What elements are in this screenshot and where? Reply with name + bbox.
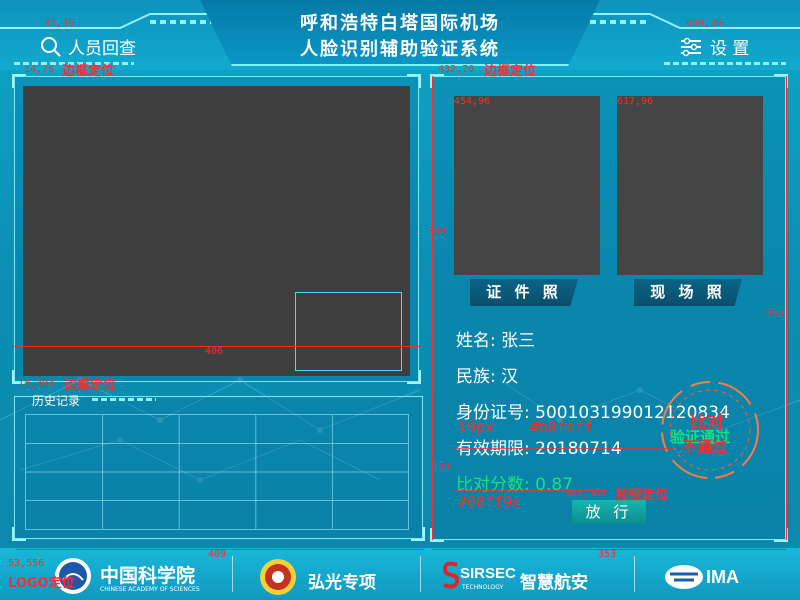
ethnicity-label: 民族:	[456, 367, 496, 387]
scene-photo	[617, 96, 763, 275]
footer-divider	[634, 556, 635, 592]
score-label: 比对分数:	[456, 475, 530, 495]
cas-logo-english: CHINESE ACADEMY OF SCIENCES	[100, 586, 200, 593]
guide-line	[432, 430, 433, 540]
person-lookup-link[interactable]: 人员回查	[40, 34, 136, 59]
score-row: 比对分数: 0.87	[456, 470, 573, 495]
scene-photo-label: 现 场 照	[634, 279, 742, 306]
expiry-label: 有效期限:	[456, 439, 530, 459]
annotation-label: 按钮定位	[616, 488, 669, 503]
history-title-decor	[92, 398, 156, 401]
face-detection-box	[295, 292, 402, 371]
guide-line	[432, 549, 786, 550]
annotation-size: 409	[208, 549, 227, 560]
annotation-label: 边框定位	[64, 378, 117, 393]
footer-divider	[420, 556, 421, 592]
annotation-coord: 680,36	[686, 18, 723, 29]
history-table	[25, 414, 409, 530]
id-photo	[454, 96, 600, 275]
annotation-label: 边框定位	[62, 64, 115, 79]
annotation-label: LOGO定位	[8, 576, 75, 591]
ima-emblem-icon	[665, 565, 703, 589]
header-right-underline	[664, 62, 786, 65]
guide-line	[454, 490, 604, 491]
sirsec-logo-text: SIRSEC	[460, 565, 516, 582]
annotation-font-size: 19px	[458, 418, 495, 436]
cas-logo-text: 中国科学院	[100, 565, 196, 587]
annotation-size: 353	[598, 549, 617, 560]
history-title: 历史记录	[32, 394, 81, 408]
guide-line	[16, 549, 424, 550]
footer-divider	[232, 556, 233, 592]
release-button[interactable]: 放 行	[572, 500, 646, 524]
settings-link[interactable]: 设 置	[680, 34, 749, 59]
name-label: 姓名:	[456, 331, 496, 351]
app-title-line1: 呼和浩特白塔国际机场	[300, 13, 500, 34]
settings-sliders-icon	[681, 37, 701, 56]
annotation-size: 465	[766, 308, 785, 319]
annotation-coord: 14,393	[18, 378, 55, 389]
sirsec-s-icon	[442, 561, 460, 589]
result-fail-text: 不通过	[682, 438, 728, 456]
annotation-coord: 432,76	[438, 64, 475, 75]
settings-label: 设 置	[710, 39, 750, 59]
annotation-label: 边框定位	[484, 64, 537, 79]
search-icon	[41, 36, 61, 57]
guide-line	[454, 448, 674, 449]
id-photo-label: 证 件 照	[470, 279, 578, 306]
annotation-coord: 454,96	[454, 96, 491, 107]
annotation-color: #00ff9c	[458, 493, 522, 511]
ethnicity-row: 民族: 汉	[456, 362, 518, 387]
annotation-size: 309	[428, 226, 447, 237]
corner-decor	[12, 527, 26, 541]
annotation-coord: 53,556	[8, 558, 45, 569]
hongguang-emblem-icon	[260, 559, 296, 595]
sirsec-logo-sub: TECHNOLOGY	[462, 584, 504, 591]
corner-decor	[411, 527, 425, 541]
annotation-coord: 617,96	[617, 96, 654, 107]
annotation-coord: 42,36	[44, 18, 75, 29]
annotation-color: #b0feff	[530, 418, 594, 436]
name-value: 张三	[501, 331, 536, 351]
ethnicity-value: 汉	[501, 367, 519, 387]
ima-logo-text: IMA	[706, 567, 739, 587]
expiry-value: 20180714	[535, 439, 622, 459]
guide-line	[14, 346, 419, 347]
person-lookup-label: 人员回查	[68, 39, 136, 59]
annotation-size: 149	[432, 462, 451, 473]
name-row: 姓名: 张三	[456, 326, 535, 351]
expiry-row: 有效期限: 20180714	[456, 434, 622, 459]
hongguang-logo-text: 弘光专项	[308, 573, 376, 593]
guide-line	[786, 76, 787, 540]
annotation-size: 406	[205, 346, 224, 357]
smart-aviation-text: 智慧航安	[520, 573, 588, 593]
annotation-coord: 14,76	[24, 64, 55, 75]
